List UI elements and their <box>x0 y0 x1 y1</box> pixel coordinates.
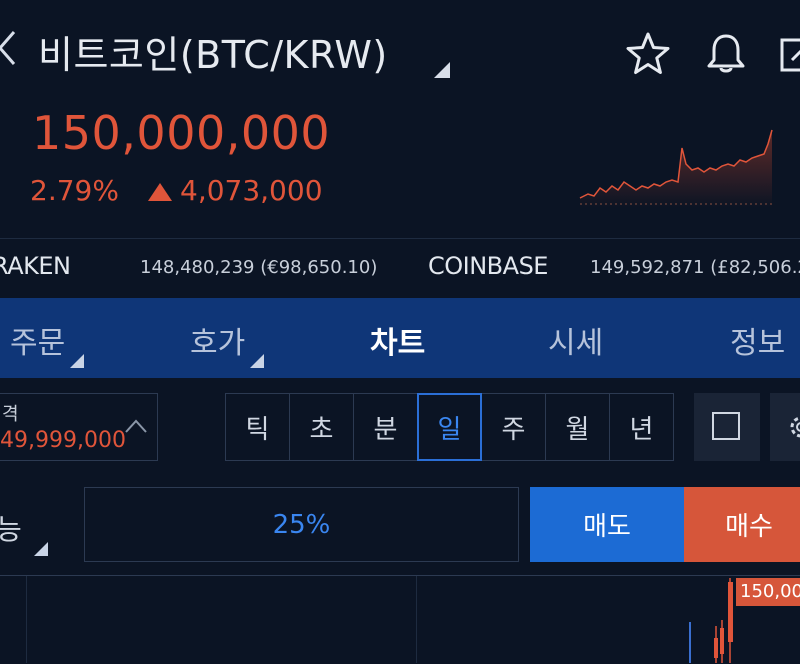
change-percent: 2.79% <box>30 174 119 207</box>
chart-price-tag: 150,000 <box>736 578 800 606</box>
exchange-name: COINBASE <box>428 252 548 280</box>
coin-title[interactable]: 비트코인(BTC/KRW) <box>38 24 388 79</box>
gear-icon <box>790 416 800 438</box>
tab-info[interactable]: 정보 <box>730 318 785 362</box>
tab-order[interactable]: 주문 <box>10 318 65 362</box>
interval-year[interactable]: 년 <box>609 393 674 461</box>
interval-month[interactable]: 월 <box>545 393 610 461</box>
up-triangle-icon <box>148 183 172 201</box>
tab-order-caret-icon[interactable] <box>70 354 84 368</box>
interval-tick[interactable]: 틱 <box>225 393 290 461</box>
exchange-name: RAKEN <box>0 252 71 280</box>
back-chevron-icon[interactable] <box>0 28 20 68</box>
star-icon[interactable] <box>624 30 672 78</box>
tab-chart[interactable]: 차트 <box>370 318 425 362</box>
exchange-price: 148,480,239 (€98,650.10) <box>140 257 378 278</box>
sell-button[interactable]: 매도 <box>530 487 684 562</box>
price-input-value[interactable]: 49,999,000 <box>0 428 126 453</box>
chart-gridline <box>26 576 27 663</box>
interval-day[interactable]: 일 <box>417 393 482 461</box>
percent-selector[interactable]: 25% <box>84 487 519 562</box>
interval-second[interactable]: 초 <box>289 393 354 461</box>
share-icon[interactable] <box>778 32 800 74</box>
tab-orderbook-caret-icon[interactable] <box>250 354 264 368</box>
interval-week[interactable]: 주 <box>481 393 546 461</box>
interval-minute[interactable]: 분 <box>353 393 418 461</box>
chart-gridline <box>416 576 417 663</box>
available-label[interactable]: 능 <box>0 508 22 548</box>
tab-orderbook[interactable]: 호가 <box>190 318 245 362</box>
sparkline-chart[interactable] <box>578 124 776 208</box>
bell-icon[interactable] <box>702 30 750 78</box>
exchange-price: 149,592,871 (£82,506.2 <box>590 257 800 278</box>
tab-market-price[interactable]: 시세 <box>548 318 603 362</box>
candlesticks <box>689 578 733 663</box>
title-dropdown-caret-icon[interactable] <box>434 62 450 78</box>
available-caret-icon[interactable] <box>34 542 48 556</box>
change-amount: 4,073,000 <box>180 174 323 207</box>
price-input-label: 격 <box>2 404 19 425</box>
square-icon <box>712 412 740 440</box>
interval-selector: 틱 초 분 일 주 월 년 <box>225 393 685 461</box>
chevron-up-icon[interactable] <box>124 418 148 434</box>
buy-button[interactable]: 매수 <box>684 487 800 562</box>
current-price: 150,000,000 <box>32 106 331 160</box>
